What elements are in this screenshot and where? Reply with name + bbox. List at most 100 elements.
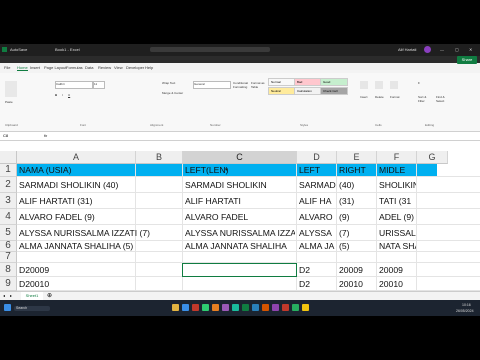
close-icon[interactable]: ✕ xyxy=(469,47,472,52)
tab-insert[interactable]: Insert xyxy=(30,65,40,70)
cell-d9[interactable]: D2 xyxy=(298,276,336,292)
cell-c6[interactable]: ALMA JANNATA SHALIHA xyxy=(184,238,295,254)
cell-a6[interactable]: ALMA JANNATA SHALIHA (5) xyxy=(18,238,179,254)
paste-icon[interactable] xyxy=(5,81,17,97)
app-icon[interactable] xyxy=(262,304,269,311)
cell-d1[interactable]: LEFT xyxy=(298,162,336,178)
style-normal[interactable]: Normal xyxy=(268,78,296,86)
share-button[interactable]: Share xyxy=(457,56,477,64)
app-icon[interactable] xyxy=(292,304,299,311)
font-size-select[interactable]: 11 xyxy=(93,81,105,89)
tab-file[interactable]: File xyxy=(4,65,10,70)
app-icon[interactable] xyxy=(212,304,219,311)
avatar[interactable] xyxy=(424,46,431,53)
cell-c4[interactable]: ALVARO FADEL xyxy=(184,209,295,225)
cell-e9[interactable]: 20010 xyxy=(338,276,376,292)
start-icon[interactable] xyxy=(4,304,11,311)
selected-cell-c8[interactable] xyxy=(182,263,297,277)
row-header-4[interactable]: 4 xyxy=(0,209,17,225)
select-all-corner[interactable] xyxy=(0,151,17,164)
format-as-table-button[interactable]: Format as Table xyxy=(251,81,265,89)
row-header-1[interactable]: 1 xyxy=(0,164,17,177)
tab-view[interactable]: View xyxy=(114,65,123,70)
tab-home[interactable]: Home xyxy=(17,65,28,71)
search-box[interactable] xyxy=(150,47,270,52)
cell-f4[interactable]: ADEL (9) xyxy=(378,209,416,225)
style-bad[interactable]: Bad xyxy=(294,78,322,86)
app-icon[interactable] xyxy=(232,304,239,311)
add-sheet-icon[interactable]: ⊕ xyxy=(47,292,52,299)
paste-button[interactable]: Paste xyxy=(5,100,13,104)
edge-icon[interactable] xyxy=(182,304,189,311)
cell-f3[interactable]: TATI (31 xyxy=(378,193,416,209)
cell-f2[interactable]: SHOLIKIN xyxy=(378,177,416,193)
name-box[interactable]: C8 xyxy=(3,133,31,139)
cell-d3[interactable]: ALIF HA xyxy=(298,193,336,209)
underline-icon[interactable]: U xyxy=(68,93,70,97)
insert-cells-icon[interactable] xyxy=(360,81,368,89)
cell-c3[interactable]: ALIF HARTATI xyxy=(184,193,295,209)
app-icon[interactable] xyxy=(202,304,209,311)
format-cells-icon[interactable] xyxy=(390,81,398,89)
taskbar-search[interactable]: Search xyxy=(14,306,50,311)
wrap-text-button[interactable]: Wrap Text xyxy=(162,81,175,85)
cell-c2[interactable]: SARMADI SHOLIKIN xyxy=(184,177,295,193)
cell-e3[interactable]: (31) xyxy=(338,193,376,209)
row-header-9[interactable]: 9 xyxy=(0,277,17,291)
format-cells-button[interactable]: Format xyxy=(390,95,400,99)
scroll-right-icon[interactable]: ▸ xyxy=(10,293,12,298)
cell-f9[interactable]: 20010 xyxy=(378,276,416,292)
tab-data[interactable]: Data xyxy=(85,65,93,70)
cell-a2[interactable]: SARMADI SHOLIKIN (40) xyxy=(18,177,135,193)
cell-a3[interactable]: ALIF HARTATI (31) xyxy=(18,193,135,209)
cell-c1[interactable]: LEFT(LEN) xyxy=(184,162,295,178)
excel-taskbar-icon[interactable] xyxy=(242,304,249,311)
row-header-3[interactable]: 3 xyxy=(0,193,17,209)
cell-e6[interactable]: (5) xyxy=(338,238,376,254)
delete-cells-icon[interactable] xyxy=(375,81,383,89)
app-icon[interactable] xyxy=(192,304,199,311)
cell-a4[interactable]: ALVARO FADEL (9) xyxy=(18,209,135,225)
tab-review[interactable]: Review xyxy=(98,65,111,70)
app-icon[interactable] xyxy=(222,304,229,311)
fx-icon[interactable]: fx xyxy=(44,133,47,138)
find-select-button[interactable]: Find & Select xyxy=(436,95,450,103)
clock-date[interactable]: 26/05/2024 xyxy=(456,309,474,313)
delete-cells-button[interactable]: Delete xyxy=(375,95,384,99)
filter-dropdown-icon[interactable]: ▾ xyxy=(224,162,228,178)
maximize-icon[interactable]: ▢ xyxy=(455,47,459,52)
cell-e4[interactable]: (9) xyxy=(338,209,376,225)
row-header-7[interactable]: 7 xyxy=(0,252,17,263)
merge-center-button[interactable]: Merge & Center xyxy=(162,91,183,95)
autosum-icon[interactable]: Σ xyxy=(418,81,420,85)
cell-d6[interactable]: ALMA JA xyxy=(298,238,336,254)
cell-a9[interactable]: D20010 xyxy=(18,276,135,292)
cell-f6[interactable]: NATA SHA xyxy=(378,238,416,254)
cell-d2[interactable]: SARMADI xyxy=(298,177,336,193)
bold-icon[interactable]: B xyxy=(55,93,57,97)
number-format-select[interactable]: General xyxy=(193,81,231,89)
italic-icon[interactable]: I xyxy=(62,93,63,97)
column-header-g[interactable]: G xyxy=(417,151,448,164)
row-header-2[interactable]: 2 xyxy=(0,177,17,193)
tab-page-layout[interactable]: Page Layout xyxy=(44,65,66,70)
style-calculation[interactable]: Calculation xyxy=(294,87,322,95)
cell-f1[interactable]: MIDLE xyxy=(378,162,416,178)
row-header-8[interactable]: 8 xyxy=(0,263,17,277)
app-icon[interactable] xyxy=(272,304,279,311)
formula-input[interactable] xyxy=(56,133,456,139)
sort-filter-button[interactable]: Sort & Filter xyxy=(418,95,432,103)
app-icon[interactable] xyxy=(282,304,289,311)
cell-e2[interactable]: (40) xyxy=(338,177,376,193)
row-header-5[interactable]: 5 xyxy=(0,225,17,241)
tab-formulas[interactable]: Formulas xyxy=(66,65,83,70)
tab-help[interactable]: Help xyxy=(145,65,153,70)
file-explorer-icon[interactable] xyxy=(172,304,179,311)
column-header-b[interactable]: B xyxy=(136,151,183,164)
app-icon[interactable] xyxy=(252,304,259,311)
scroll-left-icon[interactable]: ◂ xyxy=(3,293,5,298)
style-neutral[interactable]: Neutral xyxy=(268,87,296,95)
font-name-select[interactable]: Calibri xyxy=(55,81,93,89)
autosave-toggle[interactable]: AutoSave xyxy=(10,47,27,52)
tab-developer[interactable]: Developer xyxy=(126,65,144,70)
